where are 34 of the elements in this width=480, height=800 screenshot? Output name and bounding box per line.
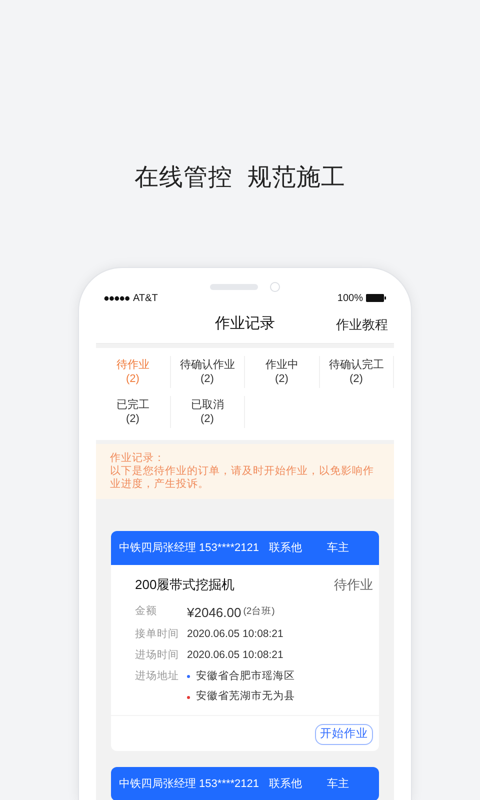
field-label: 进场时间 xyxy=(135,648,180,663)
carrier-text: AT&T xyxy=(133,292,158,306)
field-value: 2020.06.05 10:08:21 xyxy=(187,627,284,642)
amount-value: ¥2046.00 xyxy=(187,604,242,622)
page-title: 作业记录 xyxy=(215,314,275,334)
status-tab[interactable]: 作业中 (2) xyxy=(245,356,320,388)
status-tab[interactable]: 待确认作业 (2) xyxy=(170,356,245,388)
field-label: 接单时间 xyxy=(135,627,180,642)
field-label: 金额 xyxy=(135,604,158,620)
role-text: 车主 xyxy=(327,540,349,556)
field-value: 2020.06.05 10:08:21 xyxy=(187,648,284,663)
tutorial-link[interactable]: 作业教程 xyxy=(336,314,388,334)
notice-title: 作业记录： xyxy=(110,452,166,465)
headline: 在线管控 规范施工 xyxy=(133,163,347,193)
field-label: 进场地址 xyxy=(135,668,180,684)
speaker-icon xyxy=(210,284,258,290)
status-tab[interactable]: 已取消 (2) xyxy=(170,396,245,428)
signal-icon xyxy=(104,296,130,300)
battery-icon xyxy=(366,294,386,302)
status-tab[interactable]: 待确认完工 (2) xyxy=(320,356,394,388)
battery-text: 100% xyxy=(337,292,363,306)
address-text: 安徽省芜湖市无为县 xyxy=(196,689,295,704)
status-tab[interactable]: 已完工 (2) xyxy=(96,396,170,428)
order-status: 待作业 xyxy=(334,576,373,594)
notice-text: 以下是您待作业的订单，请及时开始作业，以免影响作业进度，产生投诉。 xyxy=(110,465,375,491)
amount-note: (2台班) xyxy=(243,605,275,620)
role-text: 车主 xyxy=(327,776,349,792)
machine-title: 200履带式挖掘机 xyxy=(135,576,235,594)
start-work-button[interactable]: 开始作业 xyxy=(315,724,373,746)
address-text: 安徽省合肥市瑶海区 xyxy=(196,668,295,684)
contact-name: 中铁四局张经理 153****2121 xyxy=(119,540,260,556)
contact-name: 中铁四局张经理 153****2121 xyxy=(119,777,260,792)
contact-link[interactable]: 联系他 xyxy=(269,776,302,792)
contact-link[interactable]: 联系他 xyxy=(269,540,302,556)
